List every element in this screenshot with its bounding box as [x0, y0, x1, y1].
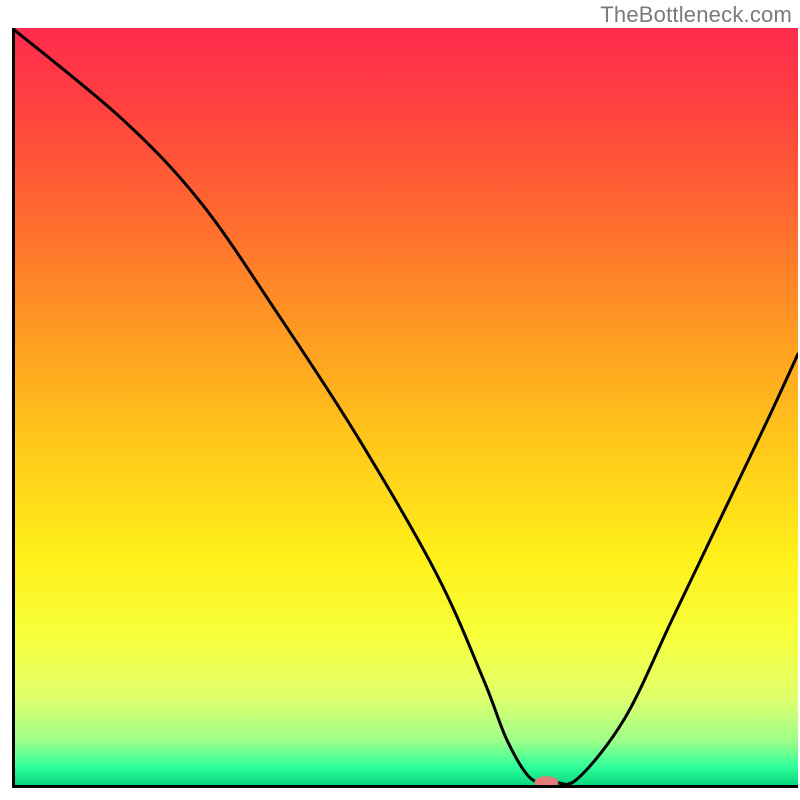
chart-container: TheBottleneck.com — [0, 0, 800, 800]
bottleneck-chart — [0, 0, 800, 800]
watermark-text: TheBottleneck.com — [600, 2, 792, 28]
chart-background — [12, 28, 798, 786]
